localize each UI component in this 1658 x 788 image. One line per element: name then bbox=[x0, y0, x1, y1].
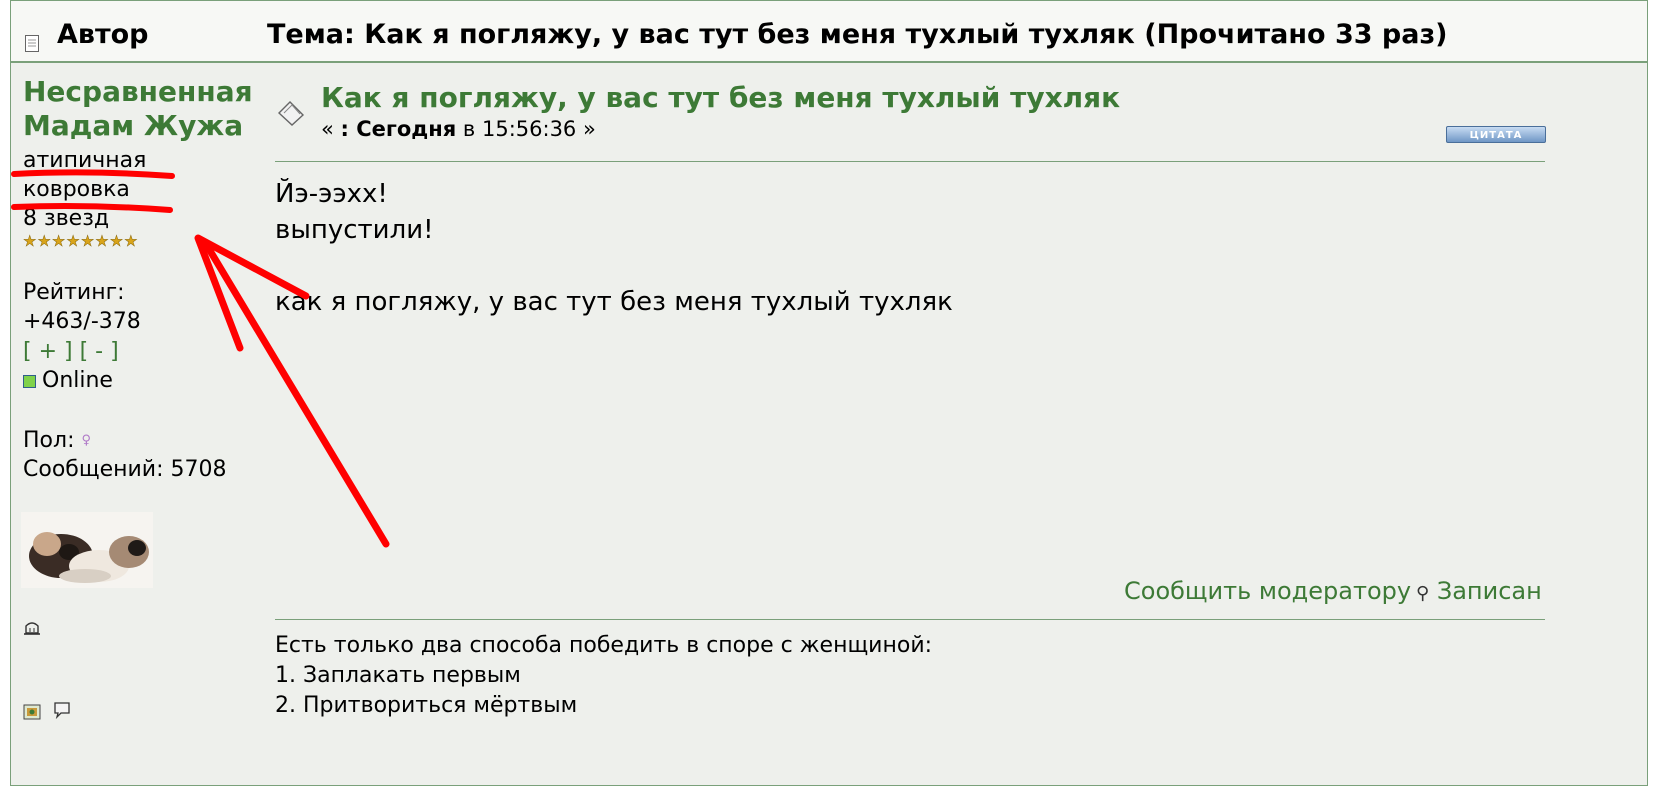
www-icon[interactable] bbox=[23, 703, 41, 721]
gender-label: Пол: bbox=[23, 428, 75, 453]
star-icon: ★ bbox=[95, 232, 109, 250]
logged-ip: ⚲ Записан bbox=[1416, 577, 1542, 605]
post-title-link[interactable]: Как я погляжу, у вас тут без меня тухлый… bbox=[321, 81, 1120, 114]
star-icon: ★ bbox=[124, 232, 138, 250]
signature-divider bbox=[275, 619, 1545, 620]
post-body-line: Йэ-ээхх! bbox=[275, 179, 388, 209]
online-status: Online bbox=[23, 367, 113, 395]
signature-line: 2. Притвориться мёртвым bbox=[275, 693, 578, 718]
online-icon bbox=[23, 374, 36, 388]
username-link[interactable]: Несравненная Мадам Жужа bbox=[23, 75, 268, 143]
author-sidebar: Несравненная Мадам Жужа атипичная ковров… bbox=[11, 63, 271, 783]
post-body-line: выпустили! bbox=[275, 215, 434, 245]
username-line2[interactable]: Мадам Жужа bbox=[23, 109, 268, 143]
stars-label: 8 звезд bbox=[23, 206, 110, 231]
star-icon: ★ bbox=[66, 232, 80, 250]
forum-post-frame: Автор Тема: Как я погляжу, у вас тут без… bbox=[10, 0, 1648, 786]
rating-controls: [ + ] [ - ] bbox=[23, 338, 119, 366]
logged-label: Записан bbox=[1436, 577, 1542, 605]
signature-line: Есть только два способа победить в споре… bbox=[275, 633, 933, 658]
date-bold: : Сегодня bbox=[340, 117, 457, 141]
female-icon: ♀ bbox=[81, 433, 92, 448]
topic-header: Автор Тема: Как я погляжу, у вас тут без… bbox=[11, 1, 1647, 63]
ip-icon: ⚲ bbox=[1416, 583, 1430, 604]
quote-button[interactable]: ЦИТАТА bbox=[1446, 126, 1546, 143]
pm-icon[interactable] bbox=[53, 701, 71, 719]
rating-label: Рейтинг: bbox=[23, 280, 125, 305]
post-count: Сообщений: 5708 bbox=[23, 457, 227, 482]
user-title-line1: атипичная bbox=[23, 148, 147, 173]
username-line1[interactable]: Несравненная bbox=[23, 75, 268, 109]
rank-stars: ★ ★ ★ ★ ★ ★ ★ ★ bbox=[23, 232, 138, 250]
rate-plus-link[interactable]: [ + ] bbox=[23, 339, 73, 364]
avatar bbox=[21, 512, 153, 588]
topic-title: Тема: Как я погляжу, у вас тут без меня … bbox=[267, 19, 1448, 50]
date-prefix: « bbox=[321, 117, 341, 141]
star-icon: ★ bbox=[51, 232, 66, 250]
star-icon: ★ bbox=[23, 232, 37, 250]
profile-icon[interactable] bbox=[23, 619, 41, 637]
star-icon: ★ bbox=[37, 232, 51, 250]
signature-line: 1. Заплакать первым bbox=[275, 663, 521, 688]
post-date: « : Сегодня в 15:56:36 » bbox=[321, 117, 596, 141]
rating-value: +463/-378 bbox=[23, 309, 141, 334]
post-body-line: как я погляжу, у вас тут без меня тухлый… bbox=[275, 287, 953, 317]
gender-row: Пол: ♀ bbox=[23, 427, 91, 455]
star-icon: ★ bbox=[80, 232, 95, 250]
post-icon bbox=[277, 101, 305, 126]
online-status-text: Online bbox=[42, 368, 113, 393]
document-icon bbox=[25, 35, 39, 52]
user-title-line2: ковровка bbox=[23, 177, 130, 202]
author-column-heading: Автор bbox=[57, 19, 149, 50]
date-rest: в 15:56:36 » bbox=[456, 117, 596, 141]
star-icon: ★ bbox=[109, 232, 124, 250]
report-to-moderator-link[interactable]: Сообщить модератору bbox=[1124, 577, 1411, 605]
rate-minus-link[interactable]: [ - ] bbox=[80, 339, 119, 364]
post-header-divider bbox=[275, 161, 1545, 162]
